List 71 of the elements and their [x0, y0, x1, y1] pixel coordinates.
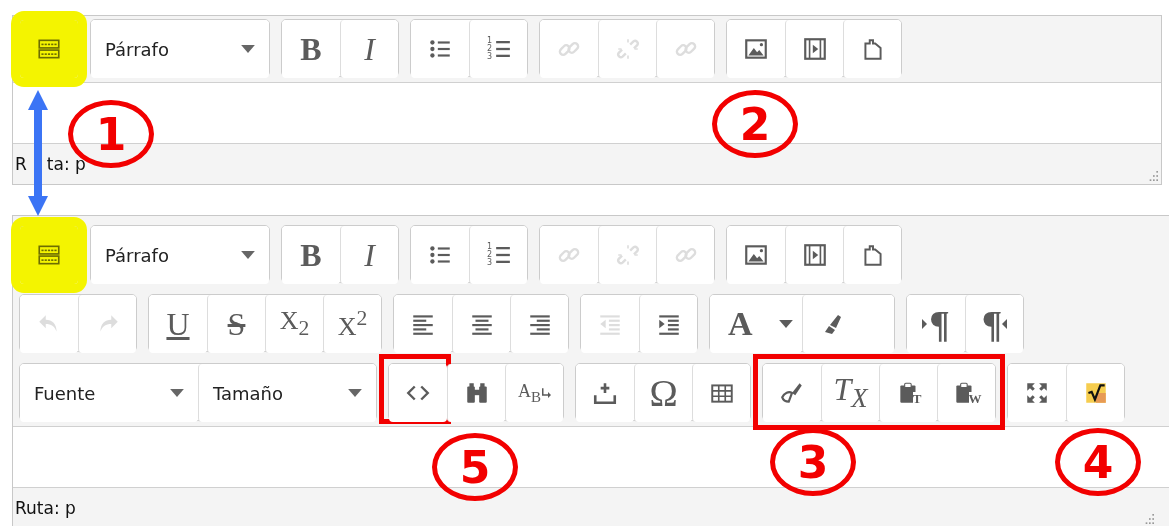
- right-to-left-button[interactable]: ¶: [965, 295, 1023, 353]
- triangle-icon: [1002, 319, 1008, 329]
- image-icon: [743, 242, 769, 268]
- replace-button[interactable]: A$_{B}$: [505, 364, 563, 422]
- paste-word-button[interactable]: W: [937, 364, 995, 422]
- element-path: ta: p: [46, 154, 86, 174]
- film-icon: [801, 36, 828, 62]
- fullscreen-button[interactable]: [1008, 364, 1066, 422]
- element-path: Ruta: p: [15, 498, 76, 518]
- caret-icon: [778, 320, 793, 328]
- lines-icon: [495, 247, 510, 263]
- underline-button[interactable]: U: [149, 295, 207, 353]
- bullet-list-button[interactable]: [411, 20, 469, 78]
- broken-link-icon: [614, 36, 641, 62]
- italic-button[interactable]: I: [340, 226, 398, 284]
- fullscreen-icon: [1024, 380, 1050, 406]
- indent-button[interactable]: [639, 295, 697, 353]
- callout-number: 4: [1055, 428, 1141, 496]
- bullet-list-button[interactable]: [411, 226, 469, 284]
- numbered-list-button[interactable]: 123: [469, 20, 527, 78]
- bold-button[interactable]: B: [282, 226, 340, 284]
- paste-text-button[interactable]: T: [879, 364, 937, 422]
- align-center-button[interactable]: [452, 295, 510, 353]
- resize-handle-icon[interactable]: [1144, 514, 1154, 524]
- callout-number: 2: [712, 90, 798, 158]
- remove-format-button[interactable]: T$_{X}$: [821, 364, 879, 422]
- dropdown[interactable]: Tamaño: [198, 364, 376, 422]
- caret-icon: [241, 45, 255, 53]
- brush-icon: [779, 380, 805, 406]
- table-button[interactable]: [692, 364, 750, 422]
- dropdown[interactable]: Párrafo: [91, 226, 269, 284]
- image-icon: [743, 36, 769, 62]
- text-area[interactable]: [13, 427, 1169, 488]
- dropdown[interactable]: Fuente: [20, 364, 198, 422]
- film-icon: [801, 242, 828, 268]
- align-right-button[interactable]: [510, 295, 568, 353]
- italic-button[interactable]: I: [340, 20, 398, 78]
- caret-icon: [170, 389, 184, 397]
- broken-link-icon: [614, 242, 641, 268]
- source-code-button[interactable]: [389, 364, 447, 422]
- align-left-button[interactable]: [394, 295, 452, 353]
- bold-button[interactable]: B: [282, 20, 340, 78]
- equation-button[interactable]: [1066, 364, 1124, 422]
- upload-icon: [592, 380, 618, 406]
- callout-number: 5: [432, 433, 518, 501]
- superscript-button[interactable]: X$^{2}$: [323, 295, 381, 353]
- image-button[interactable]: [727, 226, 785, 284]
- caret-icon: [348, 389, 362, 397]
- find-button[interactable]: [447, 364, 505, 422]
- subscript-button[interactable]: X$_{2}$: [265, 295, 323, 353]
- strikethrough-button[interactable]: S: [207, 295, 265, 353]
- image-button[interactable]: [727, 20, 785, 78]
- callout-number: 3: [770, 428, 856, 496]
- arrow-icon: [542, 388, 551, 398]
- file-button[interactable]: [843, 226, 901, 284]
- special-character-button[interactable]: Ω: [634, 364, 692, 422]
- upload-button[interactable]: [576, 364, 634, 422]
- file-button[interactable]: [843, 20, 901, 78]
- resize-handle-icon[interactable]: [1148, 171, 1158, 181]
- media-button[interactable]: [785, 20, 843, 78]
- dropdown[interactable]: Párrafo: [91, 20, 269, 78]
- numbered-list-button[interactable]: 123: [469, 226, 527, 284]
- highlight-color-button[interactable]: [802, 295, 894, 353]
- element-path: R: [15, 154, 27, 174]
- lines-icon: [495, 41, 510, 57]
- clean-up-button[interactable]: [763, 364, 821, 422]
- media-button[interactable]: [785, 226, 843, 284]
- text-color-button[interactable]: A: [710, 295, 802, 353]
- left-to-right-button[interactable]: ¶: [907, 295, 965, 353]
- caret-icon: [241, 251, 255, 259]
- triangle-icon: [922, 319, 928, 329]
